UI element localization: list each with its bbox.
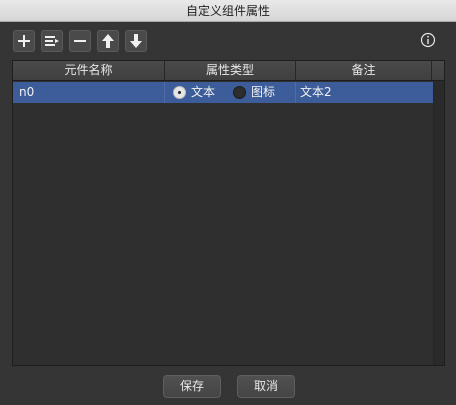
properties-table: 元件名称 属性类型 备注 n0 文本 图标 文本2 bbox=[12, 60, 445, 366]
vertical-scrollbar[interactable] bbox=[433, 81, 444, 365]
window-title: 自定义组件属性 bbox=[185, 4, 270, 18]
move-down-button[interactable] bbox=[125, 30, 147, 52]
radio-selected-icon bbox=[173, 86, 186, 99]
column-header-name[interactable]: 元件名称 bbox=[13, 61, 165, 80]
info-icon bbox=[420, 32, 436, 48]
cancel-button[interactable]: 取消 bbox=[237, 375, 295, 398]
radio-text[interactable]: 文本 bbox=[173, 82, 215, 103]
toolbar bbox=[13, 30, 147, 52]
title-bar: 自定义组件属性 bbox=[0, 0, 456, 22]
info-button[interactable] bbox=[419, 31, 437, 49]
cell-type: 文本 图标 bbox=[165, 82, 296, 103]
minus-icon bbox=[74, 40, 86, 42]
table-header: 元件名称 属性类型 备注 bbox=[13, 61, 444, 81]
plus-icon bbox=[18, 35, 30, 47]
radio-unselected-icon bbox=[233, 86, 247, 99]
dialog-window: 自定义组件属性 元件名称 属性类型 备注 n0 文本 图标 文本2 保存 取消 bbox=[0, 0, 456, 405]
radio-icon[interactable]: 图标 bbox=[233, 82, 275, 103]
column-header-note[interactable]: 备注 bbox=[296, 61, 432, 80]
table-row[interactable]: n0 文本 图标 文本2 bbox=[13, 82, 433, 103]
remove-button[interactable] bbox=[69, 30, 91, 52]
column-header-type[interactable]: 属性类型 bbox=[165, 61, 296, 80]
save-button[interactable]: 保存 bbox=[163, 375, 221, 398]
add-button[interactable] bbox=[13, 30, 35, 52]
header-corner bbox=[432, 61, 444, 80]
arrow-up-icon bbox=[102, 34, 114, 48]
radio-text-label: 文本 bbox=[191, 85, 216, 99]
cell-name[interactable]: n0 bbox=[13, 82, 165, 103]
move-up-button[interactable] bbox=[97, 30, 119, 52]
cell-note[interactable]: 文本2 bbox=[296, 82, 433, 103]
arrow-down-icon bbox=[130, 34, 142, 48]
list-insert-icon bbox=[45, 36, 59, 46]
insert-button[interactable] bbox=[41, 30, 63, 52]
radio-icon-label: 图标 bbox=[251, 85, 276, 99]
